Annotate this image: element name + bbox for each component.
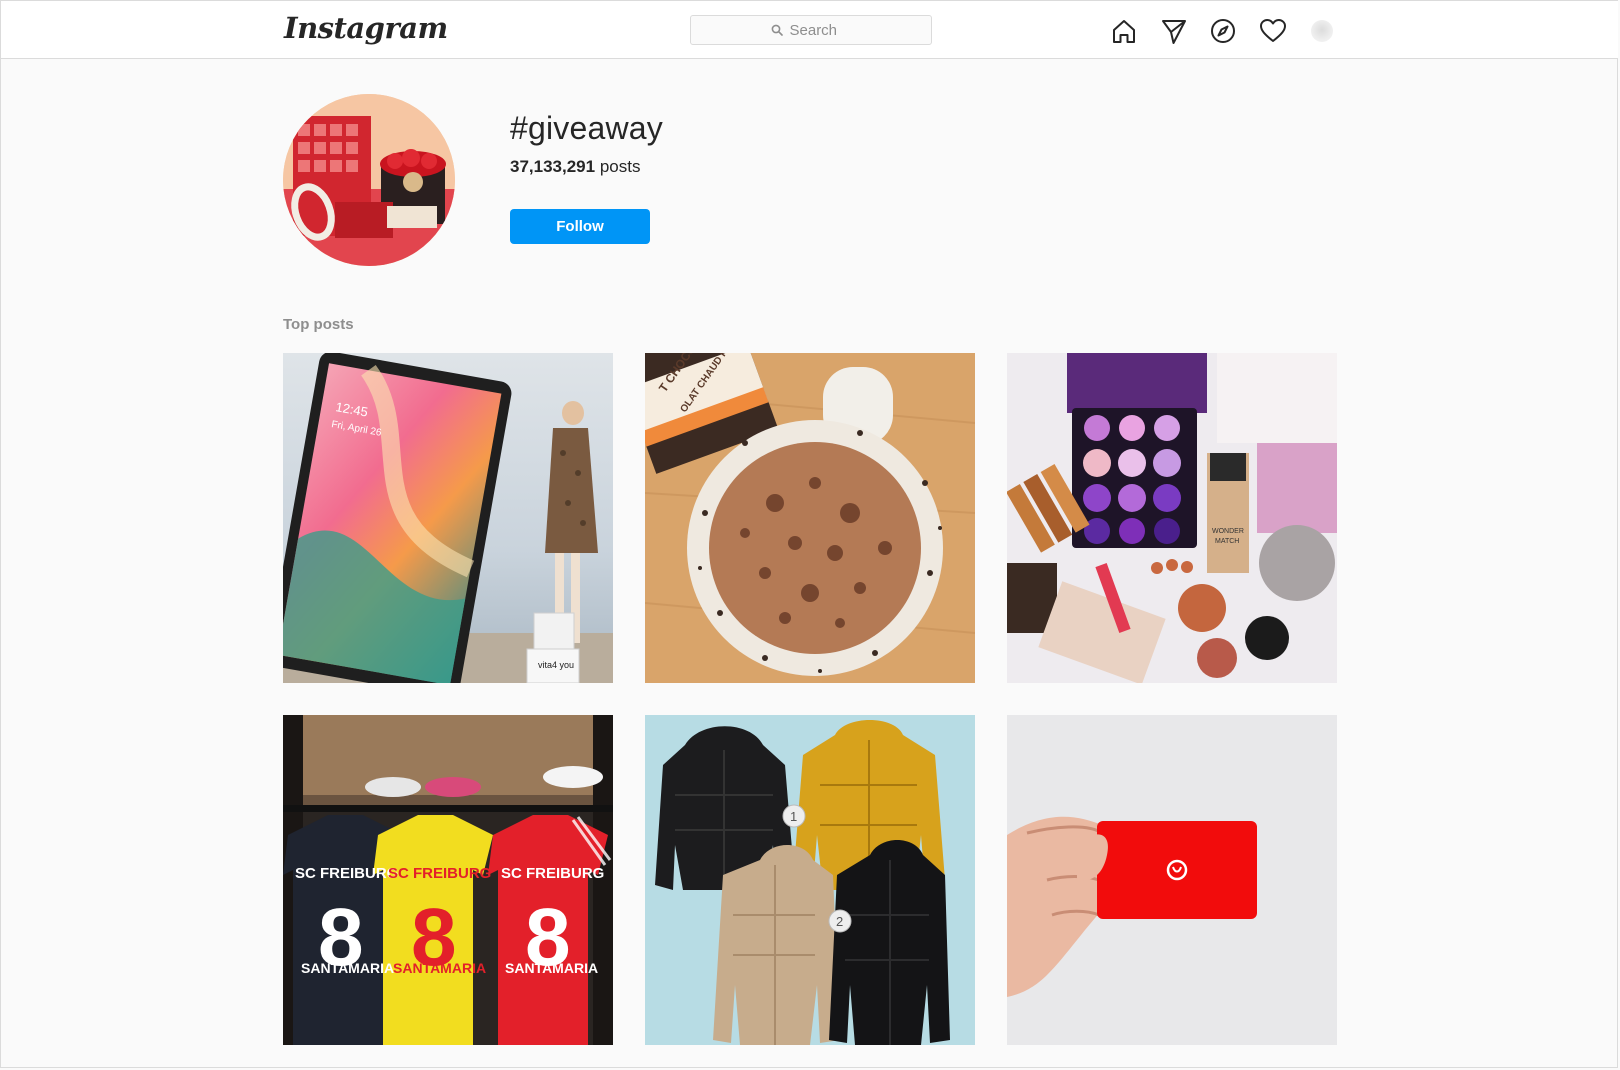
jersey-black-name: SANTAMARIA bbox=[301, 960, 394, 976]
activity-heart-icon[interactable] bbox=[1259, 17, 1287, 45]
post-count-number: 37,133,291 bbox=[510, 157, 596, 176]
post-tile-gift-card[interactable] bbox=[1007, 715, 1337, 1045]
post-tile-makeup[interactable]: WONDER MATCH bbox=[1007, 353, 1337, 683]
explore-icon[interactable] bbox=[1209, 17, 1237, 45]
post-tile-jerseys[interactable]: SC FREIBURG 8 SANTAMARIA SC FREIBURG 8 S… bbox=[283, 715, 613, 1045]
post-count-label: posts bbox=[595, 157, 641, 176]
post-tile-hot-chocolate[interactable]: T CHOCOLATE OLAT CHAUD RÉCON bbox=[645, 353, 975, 683]
follow-button[interactable]: Follow bbox=[510, 209, 650, 244]
direct-icon[interactable] bbox=[1160, 17, 1188, 45]
search-input[interactable] bbox=[789, 21, 852, 39]
bottle-label-line1: WONDER bbox=[1212, 528, 1244, 535]
home-icon[interactable] bbox=[1110, 17, 1138, 45]
jacket-badge-1: 1 bbox=[790, 809, 797, 824]
search-box[interactable] bbox=[690, 15, 932, 45]
jacket-badge-2: 2 bbox=[836, 914, 843, 929]
tablet-box-label: vita4 you bbox=[538, 660, 574, 670]
instagram-logo[interactable]: Instagram bbox=[284, 11, 448, 45]
profile-avatar[interactable] bbox=[1311, 20, 1333, 42]
post-tile-tablet[interactable]: 12:45 Fri, April 26 vita4 you bbox=[283, 353, 613, 683]
search-icon bbox=[771, 24, 783, 36]
jersey-black-club: SC FREIBURG bbox=[295, 865, 398, 882]
jersey-yellow-club: SC FREIBURG bbox=[388, 865, 491, 882]
jersey-red-name: SANTAMARIA bbox=[505, 960, 598, 976]
bottle-label-line2: MATCH bbox=[1215, 538, 1239, 545]
post-tile-jackets[interactable]: 1 2 bbox=[645, 715, 975, 1045]
top-posts-label: Top posts bbox=[283, 316, 354, 333]
post-count: 37,133,291 posts bbox=[510, 157, 640, 177]
hashtag-avatar bbox=[283, 94, 455, 266]
jersey-red-club: SC FREIBURG bbox=[501, 865, 604, 882]
hashtag-title: #giveaway bbox=[510, 110, 664, 146]
top-nav-bar: Instagram bbox=[1, 1, 1618, 59]
jersey-yellow-name: SANTAMARIA bbox=[393, 960, 486, 976]
